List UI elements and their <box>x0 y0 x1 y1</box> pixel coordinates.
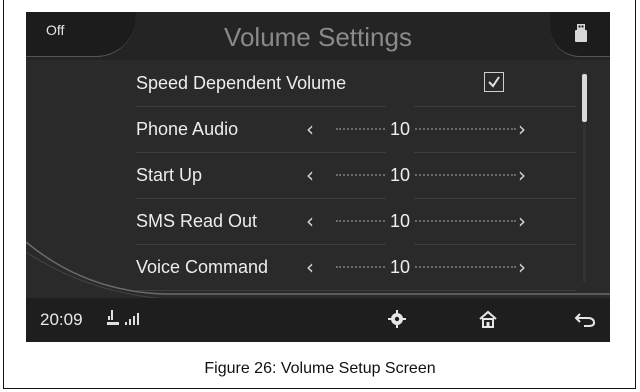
title-bar: Off Volume Settings <box>26 12 610 60</box>
phone-audio-row: Phone Audio ‹ 10 › <box>136 106 576 153</box>
checkmark-icon <box>488 76 500 88</box>
page-title: Volume Settings <box>224 22 412 52</box>
chevron-left-icon[interactable]: ‹ <box>306 152 314 198</box>
phone-audio-label: Phone Audio <box>136 119 239 139</box>
start-up-slider[interactable] <box>336 174 516 178</box>
start-up-value: 10 <box>386 152 415 198</box>
chevron-right-icon[interactable]: › <box>518 106 526 152</box>
settings-gear-icon[interactable] <box>388 310 406 328</box>
speed-dependent-volume-row[interactable]: Speed Dependent Volume <box>136 60 576 107</box>
home-icon[interactable] <box>478 310 498 328</box>
figure-caption: Figure 26: Volume Setup Screen <box>204 360 436 377</box>
clock-time: 20:09 <box>40 310 83 329</box>
bottom-bar: 20:09 <box>26 298 610 342</box>
chevron-right-icon[interactable]: › <box>518 152 526 198</box>
start-up-label: Start Up <box>136 165 203 185</box>
start-up-row: Start Up ‹ 10 › <box>136 152 576 199</box>
sms-read-out-slider[interactable] <box>336 220 516 224</box>
phone-audio-slider[interactable] <box>336 128 516 132</box>
usb-icon <box>107 310 119 325</box>
back-icon[interactable] <box>574 310 596 328</box>
phone-audio-value: 10 <box>386 106 415 152</box>
speed-dependent-volume-label: Speed Dependent Volume <box>136 73 347 93</box>
infotainment-screen: Off Volume Settings Speed Dependent Volu… <box>26 12 610 342</box>
decorative-curve <box>26 241 610 301</box>
signal-icon <box>125 313 139 325</box>
speed-dependent-volume-checkbox[interactable] <box>484 72 504 92</box>
chevron-left-icon[interactable]: ‹ <box>306 106 314 152</box>
scrollbar-thumb[interactable] <box>582 74 587 122</box>
